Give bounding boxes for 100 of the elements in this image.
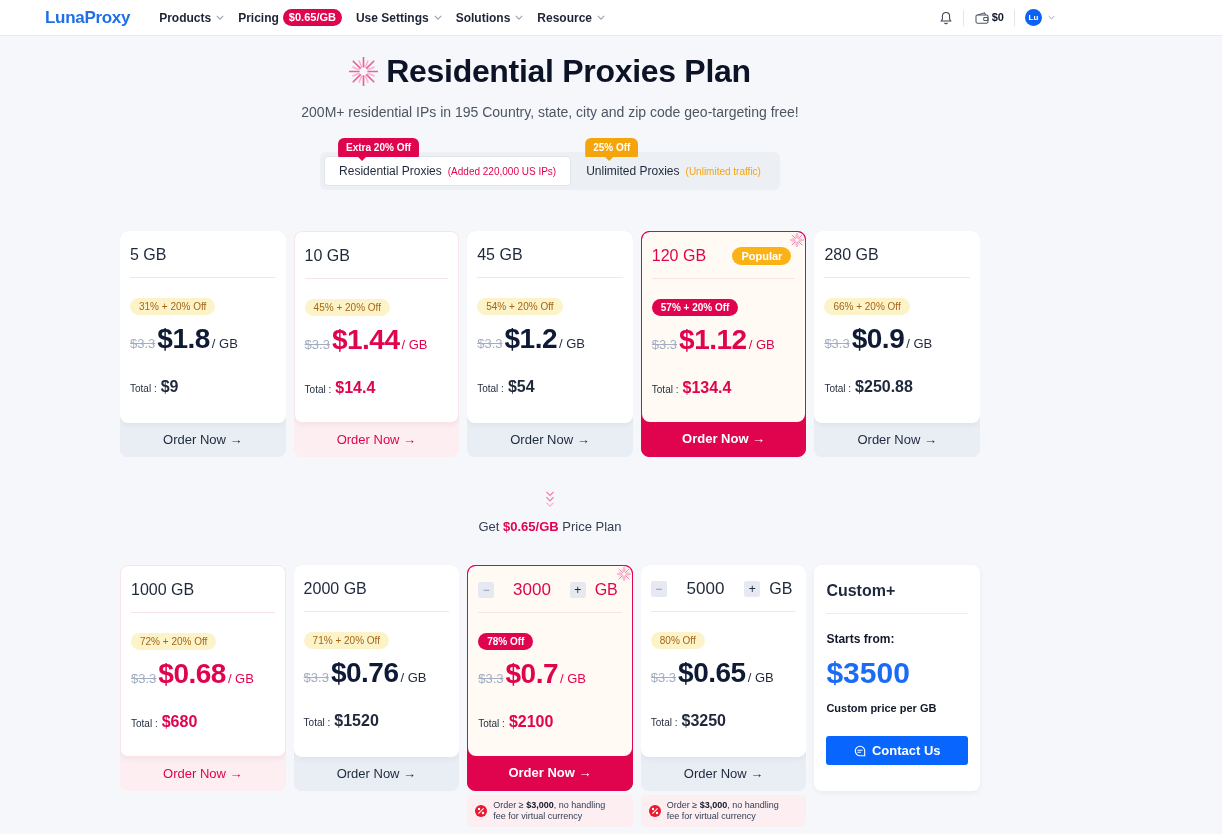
caret-icon: [515, 15, 524, 20]
caret-icon: [1048, 15, 1055, 20]
total-price: $134.4: [682, 378, 732, 398]
total-label: Total :: [651, 383, 679, 397]
discount-badge: 31% + 20% Off: [130, 298, 216, 315]
price: $0.9: [851, 322, 905, 356]
logo[interactable]: LunaProxy: [45, 4, 131, 31]
contact-us-button[interactable]: Contact Us: [826, 736, 968, 765]
price: $1.44: [331, 323, 400, 357]
total-label: Total :: [650, 716, 678, 730]
price: $1.2: [504, 322, 557, 356]
caret-icon: [597, 15, 605, 20]
notice-text: Order ≥ $3,000, no handling fee for virtual currency: [493, 800, 607, 822]
original-price: $3.3: [477, 335, 503, 353]
nav-menu-item[interactable]: Use Settings: [355, 8, 442, 27]
discount-badge: 71% + 20% Off: [303, 632, 389, 649]
tab[interactable]: Residential Proxies (Added 220,000 US IPs): [324, 156, 572, 186]
plan-size: 2000 GB: [303, 579, 367, 599]
total-price: $680: [161, 712, 198, 732]
discount-badge: 57% + 20% Off: [651, 299, 739, 316]
original-price: $3.3: [650, 669, 677, 687]
bell-icon[interactable]: [939, 10, 952, 25]
starts-from-label: Starts from:: [826, 631, 896, 647]
total-label: Total :: [304, 383, 332, 397]
original-price: $3.3: [130, 335, 156, 353]
total-label: Total :: [131, 717, 158, 731]
price-plan-text[interactable]: Get $0.65/GB Price Plan: [478, 518, 622, 536]
total-price: $250.88: [855, 377, 913, 397]
page-title: Residential Proxies Plan: [386, 52, 751, 91]
price-unit: / GB: [227, 670, 254, 688]
plan-size: 45 GB: [477, 245, 523, 265]
quantity-field[interactable]: 5000: [666, 577, 745, 601]
plan-size: 5 GB: [130, 245, 167, 265]
nav-menu-item[interactable]: Resource: [537, 8, 605, 27]
plan-size: 1000 GB: [131, 580, 195, 600]
total-label: Total :: [130, 382, 157, 396]
plan-title: Custom+: [826, 581, 897, 601]
price-unit: / GB: [748, 336, 775, 354]
notice-text: Order ≥ $3,000, no handling fee for virtual currency: [666, 800, 780, 822]
nav-menu-item[interactable]: Products: [159, 8, 225, 27]
nav-menu-item[interactable]: Solutions: [455, 8, 524, 27]
total-label: Total :: [477, 382, 504, 396]
percent-icon: [648, 805, 661, 817]
wallet-icon[interactable]: [974, 11, 989, 24]
discount-badge: 25% Off: [585, 138, 639, 161]
discount-badge: 66% + 20% Off: [824, 298, 910, 315]
fireworks-icon: [616, 567, 631, 581]
fireworks-icon: [349, 56, 379, 86]
price: $1.8: [157, 322, 210, 356]
discount-badge: 80% Off: [650, 632, 705, 649]
chat-icon: [853, 744, 866, 757]
total-label: Total :: [824, 382, 852, 396]
percent-icon: [475, 805, 488, 817]
discount-badge: 78% Off: [478, 633, 534, 650]
price-badge: $0.65/GB: [282, 9, 342, 26]
price-unit: / GB: [747, 669, 774, 687]
price: $0.68: [158, 657, 226, 691]
original-price: $3.3: [131, 670, 157, 688]
nav-menu-item[interactable]: Pricing: [238, 8, 279, 27]
price-unit: / GB: [401, 336, 428, 354]
discount-badge: 54% + 20% Off: [477, 298, 563, 315]
fireworks-icon: [790, 233, 805, 247]
total-price: $54: [507, 377, 535, 397]
original-price: $3.3: [824, 335, 850, 353]
caret-icon: [216, 15, 225, 20]
total-price: $9: [160, 377, 179, 397]
total-label: Total :: [303, 716, 331, 730]
total-price: $2100: [508, 712, 554, 732]
unit-label: GB: [769, 579, 793, 599]
total-price: $3250: [681, 711, 726, 731]
plan-size: 280 GB: [824, 245, 879, 265]
price-caption: Custom price per GB: [826, 701, 938, 715]
original-price: $3.3: [304, 336, 330, 354]
quantity-field[interactable]: 3000: [494, 578, 570, 602]
plan-size: 10 GB: [304, 246, 350, 266]
avatar[interactable]: Lu: [1025, 9, 1042, 26]
price-unit: / GB: [400, 669, 427, 687]
total-price: $14.4: [335, 378, 376, 398]
price-unit: / GB: [211, 335, 238, 353]
original-price: $3.3: [303, 669, 329, 687]
price: $0.7: [505, 657, 558, 691]
price-unit: / GB: [560, 670, 586, 688]
original-price: $3.3: [651, 336, 678, 354]
increase-button[interactable]: +: [569, 582, 586, 598]
price: $0.76: [330, 656, 399, 690]
price-unit: / GB: [906, 335, 933, 353]
custom-price: $3500: [826, 655, 911, 691]
unit-label: GB: [594, 580, 618, 600]
price: $0.65: [678, 656, 746, 690]
balance-text: $0: [991, 10, 1004, 26]
discount-badge: 72% + 20% Off: [131, 633, 217, 650]
discount-badge: 45% + 20% Off: [304, 299, 390, 316]
subtitle: 200M+ residential IPs in 195 Country, state, city and zip code geo-targeting free!: [300, 103, 800, 122]
plan-size: 120 GB: [651, 246, 707, 266]
price-unit: / GB: [559, 335, 585, 353]
price: $1.12: [679, 323, 747, 357]
original-price: $3.3: [478, 670, 504, 688]
increase-button[interactable]: +: [744, 581, 761, 597]
total-label: Total :: [478, 717, 505, 731]
caret-icon: [433, 15, 442, 20]
